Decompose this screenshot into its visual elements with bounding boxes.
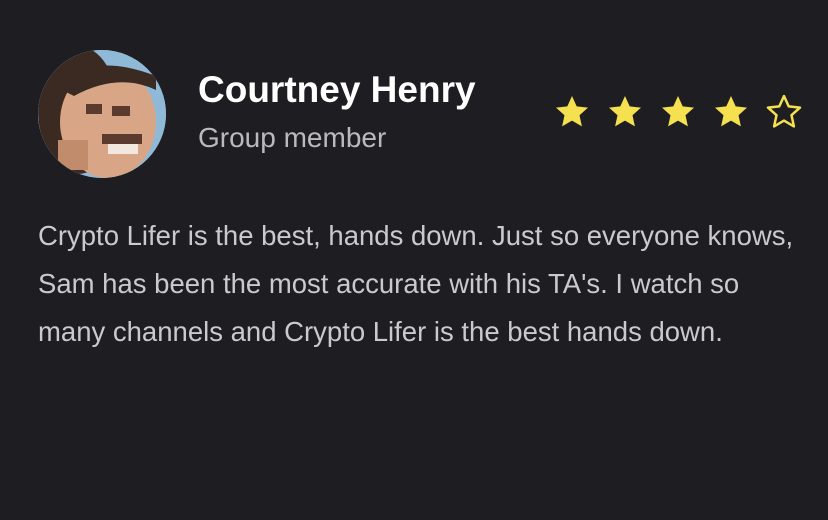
star-filled-icon <box>715 96 747 127</box>
author-role: Group member <box>198 122 387 153</box>
review-text: Crypto Lifer is the best, hands down. Ju… <box>38 220 794 347</box>
star-filled-icon <box>662 96 694 127</box>
star-rating <box>554 94 802 134</box>
review-card: Courtney Henry Group member Crypto Lifer… <box>0 0 828 520</box>
star-filled-icon <box>556 96 588 127</box>
avatar-photo <box>38 50 166 178</box>
author-name: Courtney Henry <box>198 69 476 110</box>
star-outline-icon <box>766 94 802 128</box>
avatar <box>38 50 166 178</box>
star-filled-icon <box>609 96 641 127</box>
